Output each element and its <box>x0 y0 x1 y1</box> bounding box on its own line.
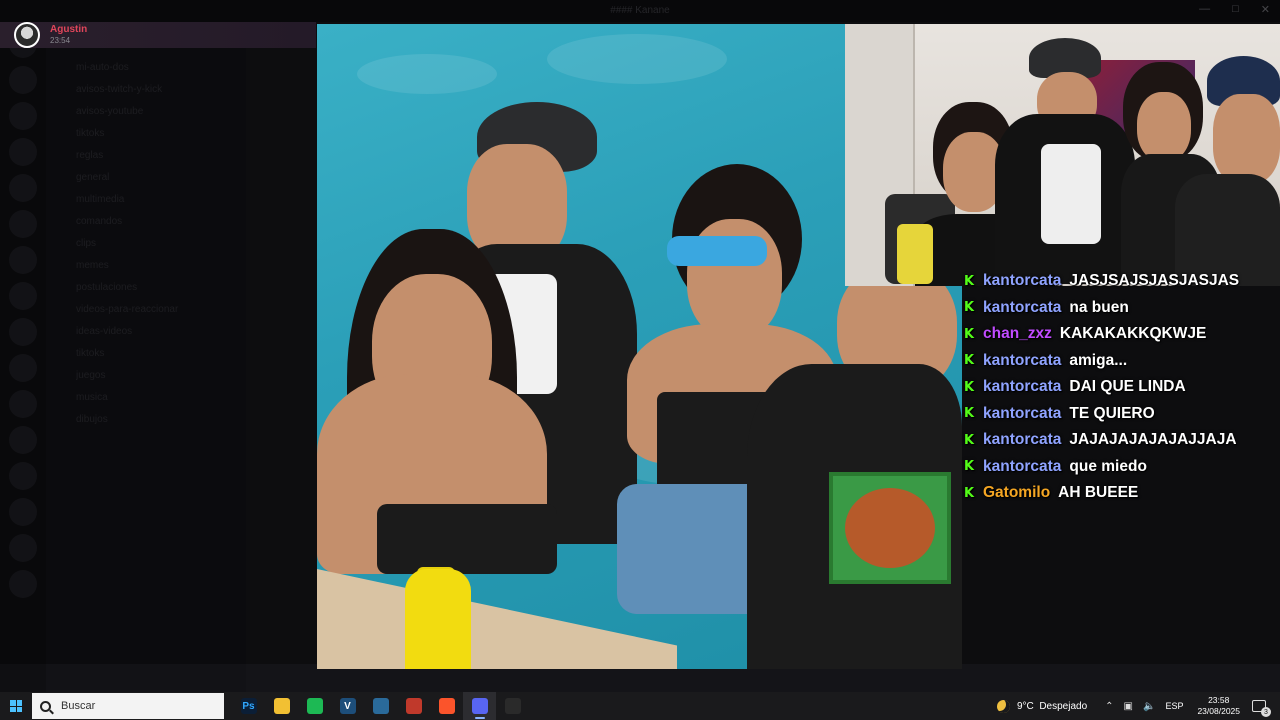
chat-username[interactable]: kantorcata <box>983 431 1061 449</box>
avatar[interactable] <box>14 22 40 48</box>
kick-badge-icon: K <box>963 432 975 448</box>
image-author-header: Agustin 23:54 <box>0 22 316 48</box>
system-tray: 9°C Despejado ⌃ ▣ 🔈 ESP 23:58 23/08/2025… <box>996 692 1280 720</box>
search-icon <box>40 700 51 712</box>
clock-time: 23:58 <box>1208 695 1230 705</box>
clock[interactable]: 23:58 23/08/2025 <box>1197 695 1240 717</box>
kick-badge-icon: K <box>963 379 975 395</box>
chat-message: K Gatomilo AH BUEEE <box>963 480 1280 507</box>
spotify-icon <box>306 698 323 714</box>
photoshop-taskbar-button[interactable]: Ps <box>232 692 265 720</box>
weather-temp: 9°C <box>1016 700 1034 712</box>
author-name[interactable]: Agustin <box>50 24 87 36</box>
webcam-feed <box>845 24 1280 286</box>
chat-text: amiga... <box>1069 351 1128 369</box>
clock-date: 23/08/2025 <box>1197 706 1240 716</box>
chat-username[interactable]: kantorcata <box>983 458 1061 476</box>
vegas-icon: V <box>339 698 356 714</box>
shield-app-icon <box>405 698 422 714</box>
chat-message: Kkantorcata amiga... <box>963 348 1280 375</box>
obs-taskbar-button[interactable] <box>496 692 529 720</box>
stream-chat: Kkantorcata JASJSAJSJASJASJAS Kkantorcata n… <box>963 268 1280 507</box>
chat-text: KAKAKAKKQKWJE <box>1059 325 1207 343</box>
chat-text: JASJSAJSJASJASJAS <box>1069 272 1240 290</box>
photoshop-icon: Ps <box>240 698 257 714</box>
vegas-taskbar-button[interactable]: V <box>331 692 364 720</box>
taskbar-apps: Ps V <box>232 692 529 720</box>
file-explorer-taskbar-button[interactable] <box>265 692 298 720</box>
kick-badge-icon: K <box>963 406 975 422</box>
chevron-up-icon[interactable]: ⌃ <box>1105 701 1113 712</box>
chat-message: Kkantorcata JASJSAJSJASJASJAS <box>963 268 1280 295</box>
chat-message: Kkantorcata na buen <box>963 295 1280 322</box>
chat-message: Kkantorcata DAI QUE LINDA <box>963 374 1280 401</box>
spotify-taskbar-button[interactable] <box>298 692 331 720</box>
chat-username[interactable]: kantorcata <box>983 405 1061 423</box>
brave-icon <box>438 698 455 714</box>
kick-badge-icon: K <box>963 300 975 316</box>
author-info: Agustin 23:54 <box>50 24 87 46</box>
chat-username[interactable]: kantorcata <box>983 352 1061 370</box>
file-explorer-icon <box>273 698 290 714</box>
discord-taskbar-button[interactable] <box>463 692 496 720</box>
shield-app-taskbar-button[interactable] <box>397 692 430 720</box>
chat-username[interactable]: kantorcata <box>983 299 1061 317</box>
chat-username[interactable]: kantorcata <box>983 378 1061 396</box>
chat-text: AH BUEEE <box>1058 484 1139 502</box>
volume-icon[interactable]: 🔈 <box>1143 701 1155 712</box>
chat-text: que miedo <box>1069 457 1147 475</box>
desktop-screen: #### Kanane — □ ✕ mi-auto-dos avisos-twi… <box>0 0 1280 720</box>
chat-message: Kchan_zxz KAKAKAKKQKWJE <box>963 321 1280 348</box>
weather-widget[interactable]: 9°C Despejado <box>996 699 1088 713</box>
obs-icon <box>504 698 521 714</box>
kick-badge-icon: K <box>963 326 975 342</box>
weather-condition: Despejado <box>1039 700 1088 712</box>
notification-center-icon[interactable]: 3 <box>1252 700 1271 717</box>
chat-message: Kkantorcata TE QUIERO <box>963 401 1280 428</box>
chat-text: JAJAJAJAJAJAJJAJA <box>1069 431 1237 449</box>
chat-message: Kkantorcata JAJAJAJAJAJAJJAJA <box>963 427 1280 454</box>
taskbar-search[interactable]: Buscar <box>32 693 224 719</box>
chat-username[interactable]: chan_zxz <box>983 325 1052 343</box>
brave-taskbar-button[interactable] <box>430 692 463 720</box>
windows-icon <box>10 700 22 712</box>
chat-text: TE QUIERO <box>1069 404 1155 422</box>
start-button[interactable] <box>0 692 32 720</box>
installer-taskbar-button[interactable] <box>364 692 397 720</box>
message-time: 23:54 <box>50 36 71 45</box>
search-placeholder: Buscar <box>61 700 96 712</box>
taskbar: Buscar Ps V 9°C Despejado ⌃ ▣ 🔈 ESP 23:58… <box>0 692 1280 720</box>
juice-bottle <box>405 569 471 669</box>
kick-badge-icon: K <box>963 459 975 475</box>
kick-badge-icon: K <box>963 485 975 501</box>
notification-count: 3 <box>1261 707 1271 717</box>
shirt-print <box>829 472 951 584</box>
network-icon[interactable]: ▣ <box>1124 701 1133 712</box>
moon-icon <box>996 699 1010 713</box>
installer-icon <box>372 698 389 714</box>
chat-text: DAI QUE LINDA <box>1069 378 1186 396</box>
kick-badge-icon: K <box>963 273 975 289</box>
kick-badge-icon: K <box>963 353 975 369</box>
language-indicator[interactable]: ESP <box>1165 701 1183 711</box>
chat-text: na buen <box>1069 298 1129 316</box>
discord-icon <box>471 698 488 714</box>
chat-message: Kkantorcata que miedo <box>963 454 1280 481</box>
chat-username[interactable]: Gatomilo <box>983 484 1050 502</box>
chat-username[interactable]: kantorcata <box>983 272 1061 290</box>
